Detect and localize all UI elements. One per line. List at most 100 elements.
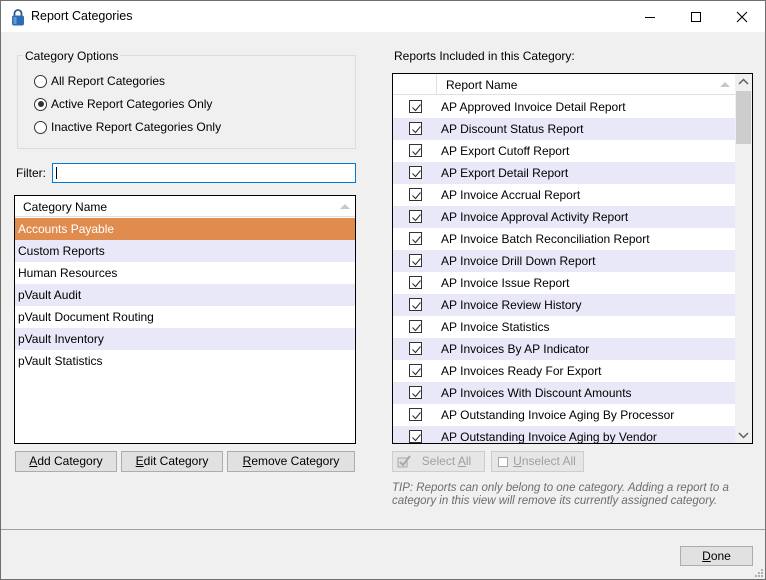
report-row[interactable]: AP Approved Invoice Detail Report: [393, 96, 735, 118]
report-row[interactable]: AP Invoice Drill Down Report: [393, 250, 735, 272]
categories-grid[interactable]: Category Name Accounts Payable Custom Re…: [14, 195, 356, 444]
report-name: AP Export Cutoff Report: [441, 144, 570, 158]
minimize-button[interactable]: [627, 1, 673, 32]
button-label: dit Category: [143, 454, 209, 468]
category-name: pVault Document Routing: [18, 310, 154, 324]
report-row[interactable]: AP Invoice Accrual Report: [393, 184, 735, 206]
category-row[interactable]: pVault Document Routing: [15, 306, 355, 328]
checkbox-checked[interactable]: [409, 430, 422, 443]
report-name: AP Invoices Ready For Export: [441, 364, 602, 378]
window-title: Report Categories: [31, 9, 133, 23]
add-category-button[interactable]: Add Category: [15, 451, 117, 472]
checkmark-icon: [412, 214, 421, 222]
reports-grid[interactable]: Report Name AP Approved Invoice Detail R…: [392, 73, 753, 444]
report-name: AP Invoice Review History: [441, 298, 582, 312]
report-name: AP Discount Status Report: [441, 122, 584, 136]
radio-all-categories[interactable]: All Report Categories: [34, 73, 165, 89]
checkbox-checked[interactable]: [409, 364, 422, 377]
report-row[interactable]: AP Outstanding Invoice Aging By Processo…: [393, 404, 735, 426]
report-row[interactable]: AP Invoices By AP Indicator: [393, 338, 735, 360]
reports-included-label: Reports Included in this Category:: [394, 49, 575, 63]
radio-inactive-categories[interactable]: Inactive Report Categories Only: [34, 119, 221, 135]
checkmark-icon: [412, 280, 421, 288]
category-row[interactable]: pVault Inventory: [15, 328, 355, 350]
report-categories-dialog: Report Categories Category Options All R…: [0, 0, 766, 580]
scrollbar-thumb[interactable]: [736, 91, 751, 144]
unselect-all-button[interactable]: Unselect All: [491, 451, 584, 472]
category-row[interactable]: pVault Audit: [15, 284, 355, 306]
minimize-icon: [645, 16, 655, 18]
radio-active-categories[interactable]: Active Report Categories Only: [34, 96, 212, 112]
vertical-scrollbar[interactable]: [735, 74, 752, 443]
report-row[interactable]: AP Discount Status Report: [393, 118, 735, 140]
category-name: pVault Audit: [18, 288, 82, 302]
report-row[interactable]: AP Invoice Statistics: [393, 316, 735, 338]
checkbox-checked[interactable]: [409, 166, 422, 179]
category-row-accounts-payable[interactable]: Accounts Payable: [15, 218, 355, 240]
report-name: AP Export Detail Report: [441, 166, 569, 180]
accel-key: A: [457, 454, 466, 468]
maximize-button[interactable]: [673, 1, 719, 32]
category-row[interactable]: Human Resources: [15, 262, 355, 284]
report-row[interactable]: AP Invoice Approval Activity Report: [393, 206, 735, 228]
maximize-icon: [691, 11, 701, 22]
checkmark-icon: [412, 302, 421, 310]
checkbox-checked[interactable]: [409, 276, 422, 289]
close-button[interactable]: [719, 1, 765, 32]
checkmark-icon: [412, 148, 421, 156]
report-row[interactable]: AP Invoices Ready For Export: [393, 360, 735, 382]
report-row[interactable]: AP Invoice Issue Report: [393, 272, 735, 294]
category-row[interactable]: Custom Reports: [15, 240, 355, 262]
report-name: AP Invoice Issue Report: [441, 276, 570, 290]
report-row[interactable]: AP Invoice Batch Reconciliation Report: [393, 228, 735, 250]
radio-button[interactable]: [34, 74, 47, 88]
title-bar: Report Categories: [1, 1, 765, 32]
checkmark-icon: [412, 104, 421, 112]
filter-label: Filter:: [16, 166, 46, 180]
report-row[interactable]: AP Outstanding Invoice Aging by Vendor: [393, 426, 735, 443]
checkbox-checked[interactable]: [409, 188, 422, 201]
radio-button[interactable]: [34, 120, 47, 134]
checkbox-checked[interactable]: [409, 100, 422, 113]
edit-category-button[interactable]: Edit Category: [121, 451, 223, 472]
category-row[interactable]: pVault Statistics: [15, 350, 355, 372]
checkbox-checked[interactable]: [409, 408, 422, 421]
radio-label: Inactive Report Categories Only: [51, 120, 222, 134]
resize-grip-icon[interactable]: [753, 567, 763, 577]
report-row[interactable]: AP Invoice Review History: [393, 294, 735, 316]
report-name-column-header[interactable]: Report Name: [446, 78, 517, 92]
report-row[interactable]: AP Export Cutoff Report: [393, 140, 735, 162]
scroll-down-icon[interactable]: [738, 431, 749, 439]
done-button[interactable]: Done: [680, 546, 753, 566]
checkbox-checked[interactable]: [409, 144, 422, 157]
report-row[interactable]: AP Invoices With Discount Amounts: [393, 382, 735, 404]
report-name: AP Invoice Approval Activity Report: [441, 210, 629, 224]
checkbox-checked[interactable]: [409, 232, 422, 245]
checkmark-icon: [412, 346, 421, 354]
select-all-button[interactable]: Select All: [392, 451, 485, 472]
checkbox-checked[interactable]: [409, 122, 422, 135]
report-row[interactable]: AP Export Detail Report: [393, 162, 735, 184]
text-caret: [56, 167, 57, 179]
filter-input[interactable]: [52, 163, 356, 183]
scroll-up-icon[interactable]: [738, 78, 749, 86]
checkbox-checked[interactable]: [409, 254, 422, 267]
accel-key: D: [702, 549, 711, 563]
checkbox-checked[interactable]: [409, 210, 422, 223]
checkbox-checked[interactable]: [409, 342, 422, 355]
accel-key: E: [135, 454, 144, 468]
checkbox-checked-icon: [397, 455, 411, 468]
report-name: AP Outstanding Invoice Aging By Processo…: [441, 408, 675, 422]
checkmark-icon: [412, 258, 421, 266]
radio-label: Active Report Categories Only: [51, 97, 213, 111]
radio-button-checked[interactable]: [34, 97, 47, 111]
remove-category-button[interactable]: Remove Category: [227, 451, 355, 472]
checkbox-column-header[interactable]: [393, 74, 437, 95]
report-name: AP Invoices With Discount Amounts: [441, 386, 632, 400]
checkbox-checked[interactable]: [409, 298, 422, 311]
category-name-column-header[interactable]: Category Name: [15, 196, 355, 217]
button-label: nselect All: [521, 454, 576, 468]
checkbox-checked[interactable]: [409, 386, 422, 399]
checkmark-icon: [412, 126, 421, 134]
checkbox-checked[interactable]: [409, 320, 422, 333]
